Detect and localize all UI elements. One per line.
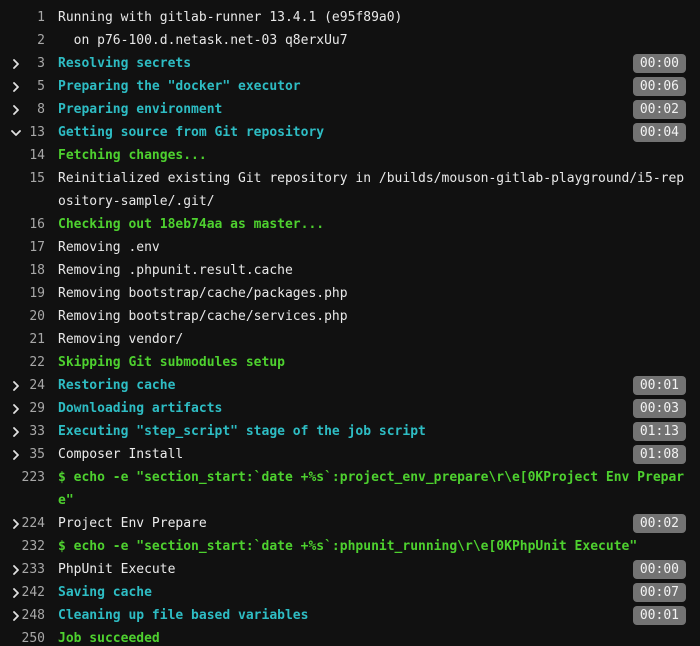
log-line: 232 $ echo -e "section_start:`date +%s`:p… xyxy=(0,535,700,558)
job-log: 1 Running with gitlab-runner 13.4.1 (e95f… xyxy=(0,0,700,646)
log-text: Getting source from Git repository xyxy=(58,125,325,140)
duration-badge: 00:02 xyxy=(632,100,686,119)
chevron-right-icon[interactable] xyxy=(8,374,24,397)
log-section-header[interactable]: 33 Executing "step_script" stage of the j… xyxy=(0,420,700,443)
log-text: Cleaning up file based variables xyxy=(58,608,309,623)
chevron-right-icon[interactable] xyxy=(8,581,24,604)
log-line: 17 Removing .env xyxy=(0,236,700,259)
line-number[interactable]: 223 xyxy=(0,466,58,489)
chevron-right-icon[interactable] xyxy=(8,75,24,98)
log-text: Removing bootstrap/cache/services.php xyxy=(58,309,348,324)
chevron-down-icon[interactable] xyxy=(8,121,24,144)
line-number[interactable]: 17 xyxy=(0,236,58,259)
log-section-header[interactable]: 248 Cleaning up file based variables 00:01 xyxy=(0,604,700,627)
log-text: $ echo -e "section_start:`date +%s`:phpu… xyxy=(58,539,638,554)
line-number[interactable]: 232 xyxy=(0,535,58,558)
line-number[interactable]: 250 xyxy=(0,627,58,646)
log-text: Checking out 18eb74aa as master... xyxy=(58,217,325,232)
line-number[interactable]: 1 xyxy=(0,6,58,29)
duration-badge: 00:03 xyxy=(632,399,686,418)
duration-badge: 01:13 xyxy=(632,422,686,441)
log-text: Restoring cache xyxy=(58,378,176,393)
duration-badge: 01:08 xyxy=(632,445,686,464)
log-text: Fetching changes... xyxy=(58,148,207,163)
line-number[interactable]: 22 xyxy=(0,351,58,374)
chevron-right-icon[interactable] xyxy=(8,443,24,466)
log-section-header[interactable]: 242 Saving cache 00:07 xyxy=(0,581,700,604)
log-text: Downloading artifacts xyxy=(58,401,223,416)
chevron-right-icon[interactable] xyxy=(8,512,24,535)
log-line: 223 $ echo -e "section_start:`date +%s`:p… xyxy=(0,466,700,512)
chevron-right-icon[interactable] xyxy=(8,558,24,581)
log-text: Job succeeded xyxy=(58,631,160,646)
line-number[interactable]: 2 xyxy=(0,29,58,52)
log-text: Saving cache xyxy=(58,585,152,600)
log-line: 22 Skipping Git submodules setup xyxy=(0,351,700,374)
log-section-header[interactable]: 35 Composer Install 01:08 xyxy=(0,443,700,466)
line-number[interactable]: 15 xyxy=(0,167,58,190)
log-line: 250 Job succeeded xyxy=(0,627,700,646)
duration-badge: 00:01 xyxy=(632,376,686,395)
log-section-header[interactable]: 5 Preparing the "docker" executor 00:06 xyxy=(0,75,700,98)
log-section-header[interactable]: 224 Project Env Prepare 00:02 xyxy=(0,512,700,535)
log-text: Removing bootstrap/cache/packages.php xyxy=(58,286,348,301)
log-text: Reinitialized existing Git repository in… xyxy=(58,171,685,209)
log-text: $ echo -e "section_start:`date +%s`:proj… xyxy=(58,470,685,508)
duration-badge: 00:02 xyxy=(632,514,686,533)
line-number[interactable]: 20 xyxy=(0,305,58,328)
line-number[interactable]: 21 xyxy=(0,328,58,351)
log-text: Skipping Git submodules setup xyxy=(58,355,285,370)
duration-badge: 00:04 xyxy=(632,123,686,142)
duration-badge: 00:07 xyxy=(632,583,686,602)
log-text: Preparing the "docker" executor xyxy=(58,79,301,94)
log-line: 20 Removing bootstrap/cache/services.php xyxy=(0,305,700,328)
log-line: 18 Removing .phpunit.result.cache xyxy=(0,259,700,282)
log-line: 14 Fetching changes... xyxy=(0,144,700,167)
log-text: on p76-100.d.netask.net-03 q8erxUu7 xyxy=(58,33,348,48)
duration-badge: 00:00 xyxy=(632,54,686,73)
log-text: PhpUnit Execute xyxy=(58,562,176,577)
log-line: 19 Removing bootstrap/cache/packages.php xyxy=(0,282,700,305)
log-section-header[interactable]: 233 PhpUnit Execute 00:00 xyxy=(0,558,700,581)
log-line: 21 Removing vendor/ xyxy=(0,328,700,351)
log-text: Composer Install xyxy=(58,447,184,462)
log-line: 2 on p76-100.d.netask.net-03 q8erxUu7 xyxy=(0,29,700,52)
chevron-right-icon[interactable] xyxy=(8,397,24,420)
log-section-header[interactable]: 29 Downloading artifacts 00:03 xyxy=(0,397,700,420)
log-text: Removing .env xyxy=(58,240,160,255)
log-text: Project Env Prepare xyxy=(58,516,207,531)
log-section-header[interactable]: 3 Resolving secrets 00:00 xyxy=(0,52,700,75)
line-number[interactable]: 14 xyxy=(0,144,58,167)
log-section-header[interactable]: 8 Preparing environment 00:02 xyxy=(0,98,700,121)
log-text: Preparing environment xyxy=(58,102,223,117)
log-line: 15 Reinitialized existing Git repository … xyxy=(0,167,700,213)
log-line: 16 Checking out 18eb74aa as master... xyxy=(0,213,700,236)
line-number[interactable]: 16 xyxy=(0,213,58,236)
log-text: Executing "step_script" stage of the job… xyxy=(58,424,426,439)
duration-badge: 00:01 xyxy=(632,606,686,625)
log-section-header[interactable]: 13 Getting source from Git repository 00:0… xyxy=(0,121,700,144)
chevron-right-icon[interactable] xyxy=(8,604,24,627)
duration-badge: 00:00 xyxy=(632,560,686,579)
duration-badge: 00:06 xyxy=(632,77,686,96)
log-line: 1 Running with gitlab-runner 13.4.1 (e95f… xyxy=(0,6,700,29)
chevron-right-icon[interactable] xyxy=(8,98,24,121)
log-text: Removing .phpunit.result.cache xyxy=(58,263,293,278)
chevron-right-icon[interactable] xyxy=(8,52,24,75)
log-text: Running with gitlab-runner 13.4.1 (e95f8… xyxy=(58,10,403,25)
log-text: Resolving secrets xyxy=(58,56,192,71)
chevron-right-icon[interactable] xyxy=(8,420,24,443)
line-number[interactable]: 19 xyxy=(0,282,58,305)
log-text: Removing vendor/ xyxy=(58,332,184,347)
line-number[interactable]: 18 xyxy=(0,259,58,282)
log-section-header[interactable]: 24 Restoring cache 00:01 xyxy=(0,374,700,397)
